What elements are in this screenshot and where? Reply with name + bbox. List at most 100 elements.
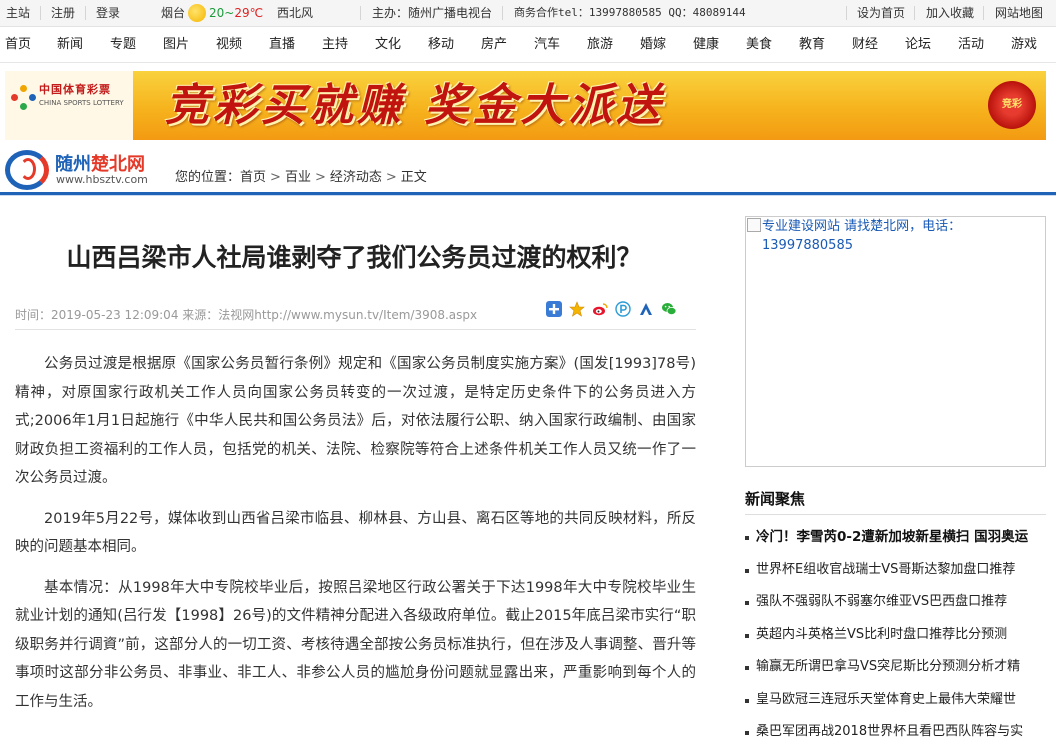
lottery-ad-banner[interactable]: 中国体育彩票 CHINA SPORTS LOTTERY 竞彩买就赚 奖金大派送 … bbox=[5, 71, 1046, 140]
list-item-title: 世界杯E组收官战瑞士VS哥斯达黎加盘口推荐 bbox=[756, 561, 1016, 577]
weather: 烟台 20~29℃ bbox=[161, 0, 263, 26]
list-item-title: 强队不强弱队不弱塞尔维亚VS巴西盘口推荐 bbox=[756, 594, 1008, 609]
site-url: www.hbsztv.com bbox=[56, 173, 148, 186]
list-item-title: 桑巴军团再战2018世界杯且看巴西队阵容与实 bbox=[756, 724, 1024, 739]
temp-separator: ~ bbox=[224, 6, 235, 20]
lottery-name-en: CHINA SPORTS LOTTERY bbox=[39, 99, 124, 107]
logo-inner-icon bbox=[20, 158, 36, 180]
sitemap-link[interactable]: 网站地图 bbox=[995, 0, 1043, 26]
site-name-part-b: 楚北网 bbox=[91, 154, 145, 175]
bullet-icon bbox=[745, 601, 749, 605]
breadcrumb-separator: > bbox=[385, 170, 397, 185]
business-contact: 商务合作tel：13997880585 QQ：48089144 bbox=[514, 6, 746, 19]
nav-item-finance[interactable]: 财经 bbox=[852, 27, 878, 63]
nav-item-culture[interactable]: 文化 bbox=[375, 27, 401, 63]
host-text: 主办：随州广播电视台 bbox=[372, 6, 493, 20]
home-link[interactable]: 主站 bbox=[6, 0, 30, 26]
temp-high: 29℃ bbox=[234, 6, 264, 20]
header-divider-thin bbox=[0, 195, 1056, 196]
list-item[interactable]: 英超内斗英格兰VS比利时盘口推荐比分预测 bbox=[745, 619, 1050, 652]
broken-image-icon bbox=[747, 218, 761, 232]
list-item[interactable]: 输赢无所谓巴拿马VS突尼斯比分预测分析才精 bbox=[745, 651, 1050, 684]
divider bbox=[846, 6, 847, 20]
nav-item-wedding[interactable]: 婚嫁 bbox=[640, 27, 666, 63]
weather-city: 烟台 bbox=[161, 6, 186, 20]
people-share-icon[interactable] bbox=[638, 301, 654, 317]
weibo-icon[interactable] bbox=[592, 301, 608, 317]
wind: 西北风 bbox=[277, 6, 314, 20]
news-focus-list: 冷门！李雪芮0-2遭新加坡新星横扫 国羽奥运 世界杯E组收官战瑞士VS哥斯达黎加… bbox=[745, 521, 1050, 749]
login-link[interactable]: 登录 bbox=[96, 0, 120, 26]
register-link[interactable]: 注册 bbox=[51, 0, 75, 26]
list-item[interactable]: 皇马欧冠三连冠乐天堂体育史上最伟大荣耀世 bbox=[745, 684, 1050, 717]
nav-item-food[interactable]: 美食 bbox=[746, 27, 772, 63]
breadcrumb-prefix: 您的位置： bbox=[175, 170, 241, 185]
article-paragraph: 公务员过渡是根据原《国家公务员暂行条例》规定和《国家公务员制度实施方案》(国发[… bbox=[15, 356, 696, 486]
sidebar-ad-text: 专业建设网站 请找楚北网，电话：13997880585 bbox=[762, 219, 962, 253]
list-item-title: 英超内斗英格兰VS比利时盘口推荐比分预测 bbox=[756, 626, 1008, 642]
list-item[interactable]: 桑巴军团再战2018世界杯且看巴西队阵容与实 bbox=[745, 716, 1050, 749]
list-item-title: 输赢无所谓巴拿马VS突尼斯比分预测分析才精 bbox=[756, 659, 1021, 674]
star-share-icon[interactable] bbox=[569, 301, 585, 317]
article-paragraph: 基本情况：从1998年大中专院校毕业后，按照吕梁地区行政公署关于下达1998年大… bbox=[15, 579, 696, 710]
nav-item-events[interactable]: 活动 bbox=[958, 27, 984, 63]
breadcrumb-industries[interactable]: 百业 bbox=[285, 170, 311, 185]
site-name-part-a: 随州 bbox=[55, 154, 91, 175]
nav-item-health[interactable]: 健康 bbox=[693, 27, 719, 63]
p-share-icon[interactable] bbox=[615, 301, 631, 317]
bullet-icon bbox=[745, 633, 749, 638]
breadcrumb-economy[interactable]: 经济动态 bbox=[330, 170, 382, 185]
list-item[interactable]: 强队不强弱队不弱塞尔维亚VS巴西盘口推荐 bbox=[745, 586, 1050, 619]
add-favorite-link[interactable]: 加入收藏 bbox=[926, 0, 974, 26]
article-meta: 时间：2019-05-23 12:09:04 来源：法视网http://www.… bbox=[15, 308, 478, 322]
news-focus-divider bbox=[745, 514, 1046, 515]
sunny-icon bbox=[188, 3, 207, 22]
bullet-icon bbox=[745, 698, 749, 703]
nav-item-photos[interactable]: 图片 bbox=[163, 27, 189, 63]
nav-item-auto[interactable]: 汽车 bbox=[534, 27, 560, 63]
lottery-mark-icon bbox=[11, 85, 37, 111]
nav-item-news[interactable]: 新闻 bbox=[57, 27, 83, 63]
nav-item-hosts[interactable]: 主持 bbox=[322, 27, 348, 63]
nav-item-education[interactable]: 教育 bbox=[799, 27, 825, 63]
article-paragraph: 2019年5月22号，媒体收到山西省吕梁市临县、柳林县、方山县、离石区等地的共同… bbox=[15, 510, 696, 556]
meta-divider bbox=[15, 329, 696, 330]
main-nav: 首页 新闻 专题 图片 视频 直播 主持 文化 移动 房产 汽车 旅游 婚嫁 健… bbox=[0, 27, 1056, 63]
nav-item-home[interactable]: 首页 bbox=[5, 27, 31, 63]
plus-share-icon[interactable] bbox=[546, 301, 562, 317]
sports-lottery-logo: 中国体育彩票 CHINA SPORTS LOTTERY bbox=[5, 71, 133, 140]
divider bbox=[502, 6, 503, 20]
article-title: 山西吕梁市人社局谁剥夺了我们公务员过渡的权利？ bbox=[66, 243, 642, 272]
breadcrumb-separator: > bbox=[270, 170, 281, 185]
divider bbox=[983, 6, 984, 20]
nav-item-mobile[interactable]: 移动 bbox=[428, 27, 454, 63]
bullet-icon bbox=[745, 731, 749, 735]
nav-item-forum[interactable]: 论坛 bbox=[905, 27, 931, 63]
breadcrumb-current: 正文 bbox=[400, 170, 427, 185]
breadcrumb-home[interactable]: 首页 bbox=[240, 170, 266, 185]
divider bbox=[914, 6, 915, 20]
sidebar-ad[interactable]: 专业建设网站 请找楚北网，电话：13997880585 bbox=[745, 216, 1046, 467]
list-item[interactable]: 世界杯E组收官战瑞士VS哥斯达黎加盘口推荐 bbox=[745, 554, 1050, 587]
article-body: 公务员过渡是根据原《国家公务员暂行条例》规定和《国家公务员制度实施方案》(国发[… bbox=[15, 350, 696, 728]
set-homepage-link[interactable]: 设为首页 bbox=[857, 0, 905, 26]
nav-item-games[interactable]: 游戏 bbox=[1011, 27, 1037, 63]
top-bar: 主站 注册 登录 烟台 20~29℃ 西北风 主办：随州广播电视台 商务合作tel… bbox=[0, 0, 1056, 27]
list-item[interactable]: 冷门！李雪芮0-2遭新加坡新星横扫 国羽奥运 bbox=[745, 521, 1050, 554]
nav-item-video[interactable]: 视频 bbox=[216, 27, 242, 63]
nav-item-live[interactable]: 直播 bbox=[269, 27, 295, 63]
nav-item-travel[interactable]: 旅游 bbox=[587, 27, 613, 63]
nav-item-property[interactable]: 房产 bbox=[481, 27, 507, 63]
divider bbox=[360, 6, 361, 20]
news-focus-title: 新闻聚焦 bbox=[745, 490, 806, 508]
temp-low: 20 bbox=[209, 6, 225, 20]
bullet-icon bbox=[745, 536, 749, 540]
breadcrumb: 您的位置：首页 > 百业 > 经济动态 > 正文 bbox=[175, 166, 427, 185]
wechat-icon[interactable] bbox=[661, 301, 677, 317]
divider bbox=[85, 6, 86, 20]
divider bbox=[40, 6, 41, 20]
banner-slogan: 竞彩买就赚 奖金大派送 bbox=[165, 80, 665, 131]
site-logo[interactable]: 随州楚北网 www.hbsztv.com bbox=[5, 148, 165, 190]
jingcai-badge-icon: 竞彩 bbox=[988, 81, 1036, 129]
nav-item-topics[interactable]: 专题 bbox=[110, 27, 136, 63]
